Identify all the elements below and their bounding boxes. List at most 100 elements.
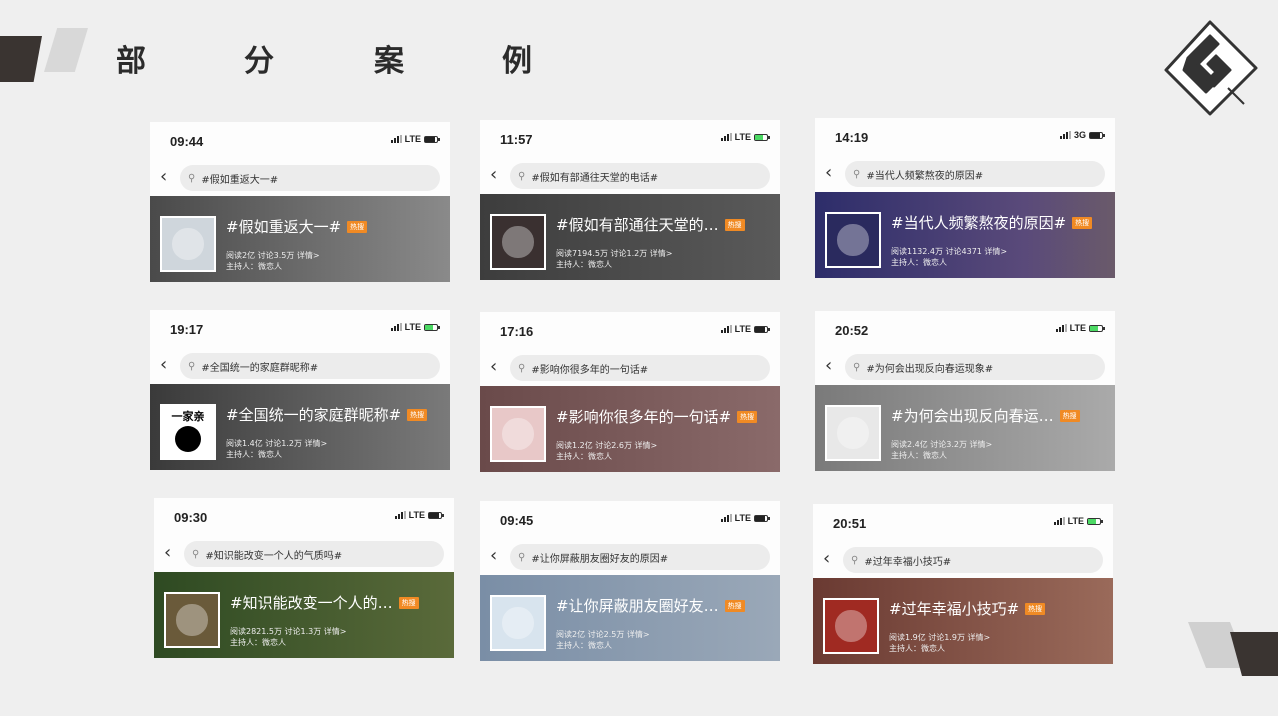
signal-icon (720, 133, 732, 141)
back-chevron-icon[interactable]: ‹ (825, 162, 832, 183)
topic-banner[interactable]: #当代人频繁熬夜的原因# 热搜 阅读1132.4万 讨论4371 详情> 主持人… (815, 192, 1115, 278)
battery-icon (424, 135, 440, 143)
search-input[interactable]: ⚲ #为何会出现反向春运现象# (845, 354, 1105, 380)
topic-banner[interactable]: #假如重返大一# 热搜 阅读2亿 讨论3.5万 详情> 主持人：微恋人 (150, 196, 450, 282)
battery-icon (1089, 324, 1105, 332)
battery-icon (424, 323, 440, 331)
battery-icon (428, 511, 444, 519)
back-chevron-icon[interactable]: ‹ (160, 354, 167, 375)
signal-icon (720, 325, 732, 333)
topic-host: 主持人：微恋人 (891, 451, 947, 460)
topic-banner[interactable]: #过年幸福小技巧# 热搜 阅读1.9亿 讨论1.9万 详情> 主持人：微恋人 (813, 578, 1113, 664)
topic-host: 主持人：微恋人 (556, 260, 612, 269)
search-text: #假如有部通往天堂的电话# (531, 172, 659, 184)
search-input[interactable]: ⚲ #过年幸福小技巧# (843, 547, 1103, 573)
signal-icon (390, 135, 402, 143)
hot-badge: 热搜 (347, 220, 368, 233)
page-title-char-3: 案 (374, 44, 404, 79)
back-chevron-icon[interactable]: ‹ (490, 164, 497, 185)
topic-thumbnail (825, 212, 881, 268)
network-indicator: LTE (1053, 516, 1103, 526)
search-row: ‹ ⚲ #假如有部通往天堂的电话# (480, 160, 780, 194)
search-text: #为何会出现反向春运现象# (866, 363, 994, 375)
topic-stats: 阅读1.2亿 讨论2.6万 详情> (556, 441, 658, 450)
topic-title: #全国统一的家庭群昵称# 热搜 (226, 404, 444, 425)
back-chevron-icon[interactable]: ‹ (823, 548, 830, 569)
topic-meta: 阅读2821.5万 讨论1.3万 详情> 主持人：微恋人 (230, 626, 347, 648)
search-input[interactable]: ⚲ #知识能改变一个人的气质吗# (184, 541, 444, 567)
page-title-char-4: 例 (502, 44, 532, 79)
search-icon: ⚲ (853, 361, 861, 373)
search-row: ‹ ⚲ #假如重返大一# (150, 162, 450, 196)
status-bar: 17:16 LTE (480, 312, 780, 352)
search-text: #假如重返大一# (201, 174, 279, 186)
topic-stats: 阅读1.4亿 讨论1.2万 详情> (226, 439, 328, 448)
battery-icon (1089, 131, 1105, 139)
search-input[interactable]: ⚲ #当代人频繁熬夜的原因# (845, 161, 1105, 187)
topic-banner[interactable]: 一家亲 #全国统一的家庭群昵称# 热搜 阅读1.4亿 讨论1.2万 详情> 主持… (150, 384, 450, 470)
back-chevron-icon[interactable]: ‹ (490, 356, 497, 377)
topic-meta: 阅读2.4亿 讨论3.2万 详情> 主持人：微恋人 (891, 439, 992, 461)
status-bar: 14:19 3G (815, 118, 1115, 158)
status-time: 09:30 (174, 510, 208, 525)
page-title-char-1: 部 (116, 44, 146, 79)
status-time: 20:51 (833, 516, 867, 531)
topic-title-text: #假如重返大一# (226, 218, 342, 236)
status-time: 09:44 (170, 134, 204, 149)
search-input[interactable]: ⚲ #全国统一的家庭群昵称# (180, 353, 440, 379)
battery-icon (754, 133, 770, 141)
topic-banner[interactable]: #知识能改变一个人的… 热搜 阅读2821.5万 讨论1.3万 详情> 主持人：… (154, 572, 454, 658)
topic-banner[interactable]: #让你屏蔽朋友圈好友… 热搜 阅读2亿 讨论2.5万 详情> 主持人：微恋人 (480, 575, 780, 661)
search-row: ‹ ⚲ #影响你很多年的一句话# (480, 352, 780, 386)
search-input[interactable]: ⚲ #影响你很多年的一句话# (510, 355, 770, 381)
topic-title-text: #过年幸福小技巧# (889, 600, 1020, 618)
topic-title-text: #知识能改变一个人的… (230, 594, 393, 612)
search-input[interactable]: ⚲ #假如重返大一# (180, 165, 440, 191)
network-indicator: LTE (390, 322, 440, 332)
topic-card: 14:19 3G ‹ ⚲ #当代人频繁熬夜的原因# #当代人频繁熬夜的原因# 热… (815, 118, 1115, 278)
search-text: #让你屏蔽朋友圈好友的原因# (531, 553, 669, 565)
topic-title-text: #假如有部通往天堂的… (556, 216, 719, 234)
search-text: #当代人频繁熬夜的原因# (866, 170, 984, 182)
topic-title-text: #为何会出现反向春运… (891, 407, 1054, 425)
bottom-right-dark-shape (1230, 632, 1278, 676)
topic-banner[interactable]: #为何会出现反向春运… 热搜 阅读2.4亿 讨论3.2万 详情> 主持人：微恋人 (815, 385, 1115, 471)
back-chevron-icon[interactable]: ‹ (825, 355, 832, 376)
topic-banner[interactable]: #假如有部通往天堂的… 热搜 阅读7194.5万 讨论1.2万 详情> 主持人：… (480, 194, 780, 280)
topic-host: 主持人：微恋人 (556, 641, 612, 650)
status-bar: 20:51 LTE (813, 504, 1113, 544)
page-title-char-2: 分 (244, 44, 274, 79)
back-chevron-icon[interactable]: ‹ (164, 542, 171, 563)
topic-banner[interactable]: #影响你很多年的一句话# 热搜 阅读1.2亿 讨论2.6万 详情> 主持人：微恋… (480, 386, 780, 472)
network-indicator: LTE (1055, 323, 1105, 333)
search-input[interactable]: ⚲ #假如有部通往天堂的电话# (510, 163, 770, 189)
status-bar: 09:30 LTE (154, 498, 454, 538)
topic-thumbnail (160, 216, 216, 272)
signal-icon (720, 514, 732, 522)
search-text: #全国统一的家庭群昵称# (201, 362, 319, 374)
network-indicator: LTE (394, 510, 444, 520)
back-chevron-icon[interactable]: ‹ (160, 166, 167, 187)
back-chevron-icon[interactable]: ‹ (490, 545, 497, 566)
topic-host: 主持人：微恋人 (889, 644, 945, 653)
status-bar: 09:44 LTE (150, 122, 450, 162)
search-input[interactable]: ⚲ #让你屏蔽朋友圈好友的原因# (510, 544, 770, 570)
battery-icon (754, 514, 770, 522)
search-text: #过年幸福小技巧# (864, 556, 952, 568)
topic-stats: 阅读7194.5万 讨论1.2万 详情> (556, 249, 673, 258)
search-icon: ⚲ (192, 548, 200, 560)
search-icon: ⚲ (853, 168, 861, 180)
topic-thumbnail (490, 214, 546, 270)
topic-stats: 阅读2821.5万 讨论1.3万 详情> (230, 627, 347, 636)
hot-badge: 热搜 (1059, 409, 1080, 422)
topic-meta: 阅读1.4亿 讨论1.2万 详情> 主持人：微恋人 (226, 438, 327, 460)
search-row: ‹ ⚲ #知识能改变一个人的气质吗# (154, 538, 454, 572)
topic-stats: 阅读2亿 讨论3.5万 详情> (226, 251, 320, 260)
search-row: ‹ ⚲ #让你屏蔽朋友圈好友的原因# (480, 541, 780, 575)
hot-badge: 热搜 (1072, 216, 1093, 229)
search-text: #知识能改变一个人的气质吗# (205, 550, 343, 562)
hot-badge: 热搜 (1025, 602, 1046, 615)
network-type: LTE (1067, 516, 1084, 526)
signal-icon (1053, 517, 1065, 525)
signal-icon (1055, 324, 1067, 332)
